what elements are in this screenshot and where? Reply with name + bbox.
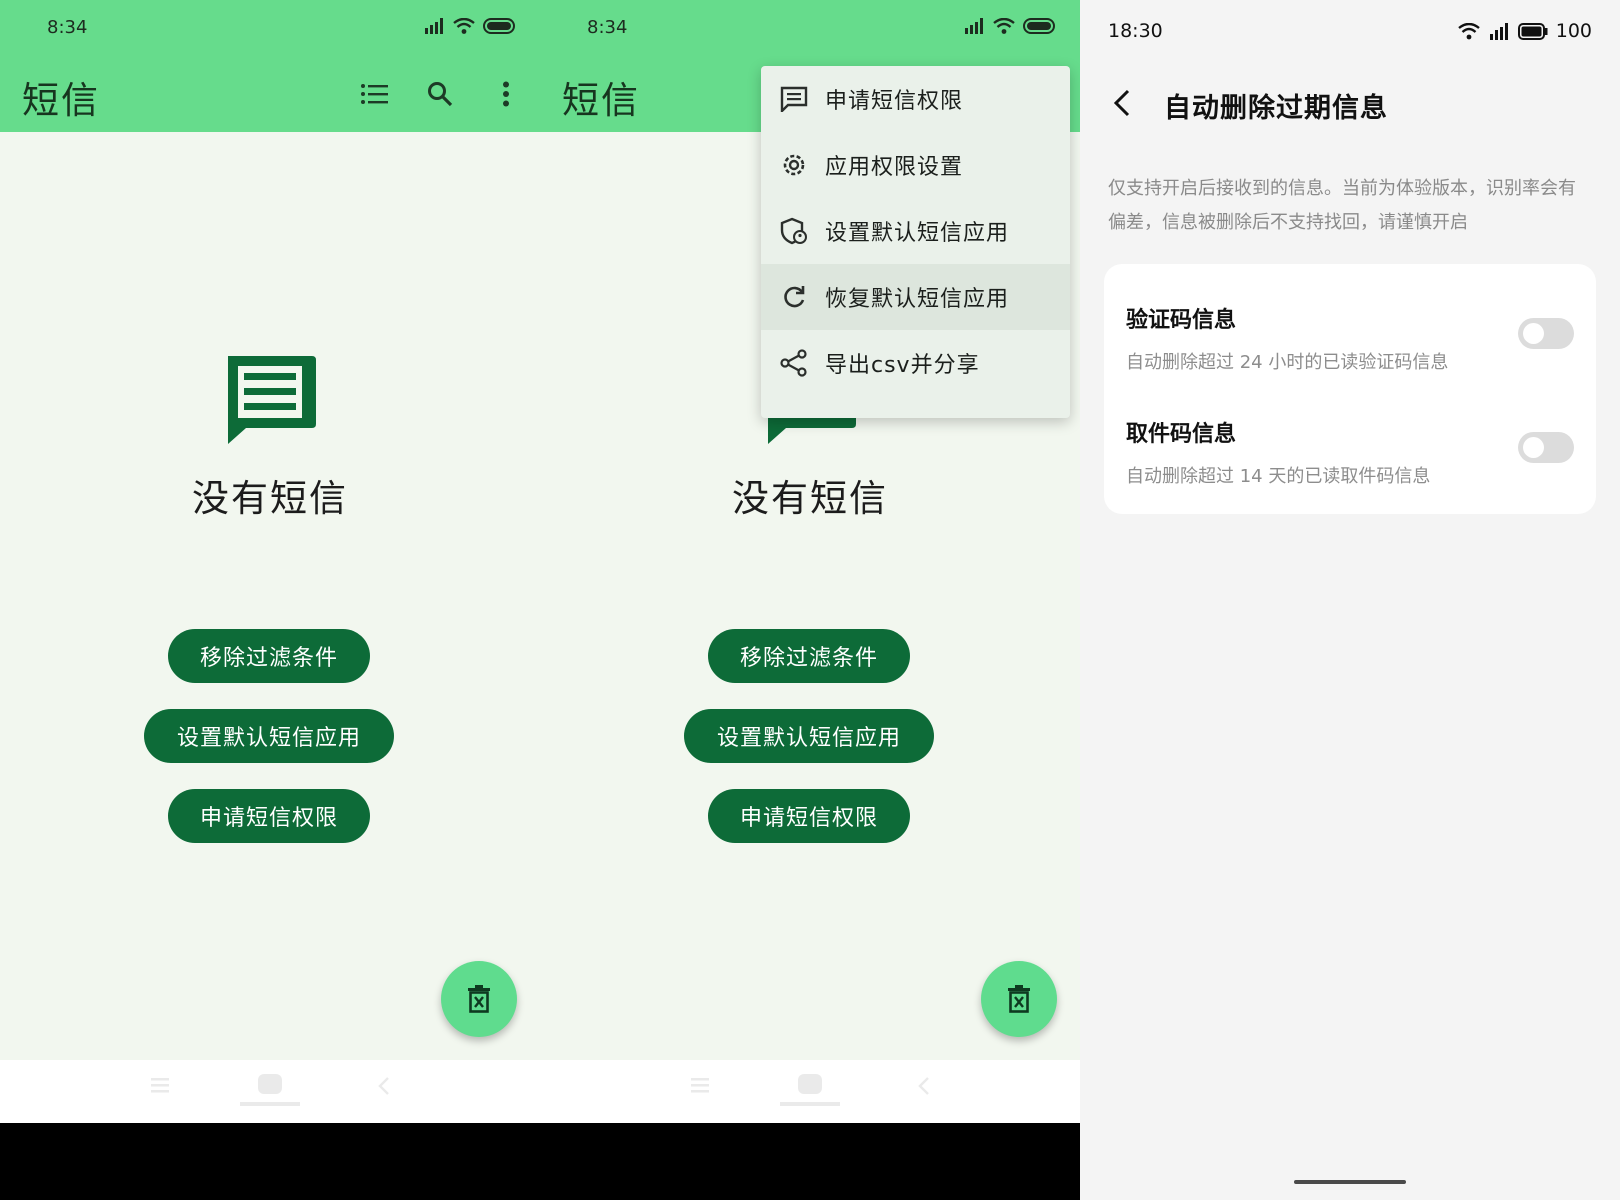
phone-screen-menu-open: 8:34 短信 没有短信 移除过滤条件 设置默认短信应用 申请短信权限 申请短信… <box>540 0 1080 1200</box>
message-icon <box>779 84 809 114</box>
delete-fab[interactable] <box>981 961 1057 1037</box>
set-default-sms-button[interactable]: 设置默认短信应用 <box>684 709 934 763</box>
setting-row-pickup-code[interactable]: 取件码信息 自动删除超过 14 天的已读取件码信息 <box>1126 416 1576 488</box>
request-sms-permission-button[interactable]: 申请短信权限 <box>708 789 910 843</box>
wifi-icon <box>453 18 475 34</box>
list-icon[interactable] <box>356 76 392 112</box>
status-icons: 100 <box>1457 20 1592 42</box>
menu-item-app-permission-settings[interactable]: 应用权限设置 <box>761 132 1070 198</box>
battery-icon <box>1517 22 1548 40</box>
toggle-knob <box>1523 323 1544 344</box>
status-icons <box>963 18 1057 34</box>
empty-state-text: 没有短信 <box>192 477 348 520</box>
phone-screen-main: 8:34 短信 没有短信 移除过滤条件 设置默认短信应用 申请短信权限 <box>0 0 540 1200</box>
menu-item-label: 导出csv并分享 <box>825 353 980 378</box>
setting-title: 取件码信息 <box>1126 422 1237 447</box>
home-indicator[interactable] <box>1294 1180 1406 1184</box>
overflow-menu: 申请短信权限 应用权限设置 设置默认短信应用 恢复默认短信应用 导出csv并分享 <box>761 66 1070 418</box>
signal-icon <box>965 18 983 34</box>
status-time: 8:34 <box>587 17 628 38</box>
page-description: 仅支持开启后接收到的信息。当前为体验版本，识别率会有偏差，信息被删除后不支持找回… <box>1108 178 1576 233</box>
setting-row-verification-code[interactable]: 验证码信息 自动删除超过 24 小时的已读验证码信息 <box>1126 302 1576 374</box>
app-bar: 8:34 短信 <box>0 0 540 132</box>
gear-icon <box>779 150 809 180</box>
screen-background <box>0 0 540 1123</box>
menu-item-restore-default-sms[interactable]: 恢复默认短信应用 <box>761 264 1070 330</box>
setting-subtitle: 自动删除超过 24 小时的已读验证码信息 <box>1126 352 1449 373</box>
back-nav-icon[interactable] <box>378 1077 390 1095</box>
back-arrow-icon[interactable] <box>1108 86 1140 120</box>
toggle-knob <box>1523 437 1544 458</box>
setting-subtitle: 自动删除超过 14 天的已读取件码信息 <box>1126 466 1431 487</box>
battery-icon <box>483 18 515 34</box>
remove-filter-button[interactable]: 移除过滤条件 <box>168 629 370 683</box>
message-empty-icon <box>228 356 316 444</box>
pickup-code-toggle[interactable] <box>1518 432 1574 463</box>
empty-state-text: 没有短信 <box>732 477 888 520</box>
app-title: 短信 <box>562 79 640 122</box>
settings-card: 验证码信息 自动删除超过 24 小时的已读验证码信息 取件码信息 自动删除超过 … <box>1104 264 1596 514</box>
delete-icon <box>1008 985 1030 1013</box>
menu-item-label: 设置默认短信应用 <box>825 221 1010 246</box>
request-sms-permission-button[interactable]: 申请短信权限 <box>168 789 370 843</box>
battery-icon <box>1023 18 1055 34</box>
wifi-icon <box>993 18 1015 34</box>
shield-icon <box>779 216 809 246</box>
menu-item-request-sms-permission[interactable]: 申请短信权限 <box>761 66 1070 132</box>
refresh-icon <box>779 282 809 312</box>
menu-item-label: 申请短信权限 <box>825 89 964 114</box>
home-nav-icon[interactable] <box>780 1072 840 1112</box>
home-nav-icon[interactable] <box>240 1072 300 1112</box>
back-nav-icon[interactable] <box>918 1077 930 1095</box>
verification-code-toggle[interactable] <box>1518 318 1574 349</box>
signal-icon <box>425 18 443 34</box>
more-vert-icon[interactable] <box>488 76 524 112</box>
set-default-sms-button[interactable]: 设置默认短信应用 <box>144 709 394 763</box>
setting-title: 验证码信息 <box>1126 308 1237 333</box>
wifi-icon <box>1457 22 1480 39</box>
menu-nav-icon[interactable] <box>691 1077 709 1093</box>
menu-item-label: 应用权限设置 <box>825 155 964 180</box>
app-title: 短信 <box>22 79 100 122</box>
status-icons <box>423 18 517 34</box>
search-icon[interactable] <box>422 76 458 112</box>
status-time: 8:34 <box>47 17 88 38</box>
battery-level: 100 <box>1555 20 1592 42</box>
page-title: 自动删除过期信息 <box>1164 93 1388 124</box>
delete-fab[interactable] <box>441 961 517 1037</box>
phone-screen-settings: 18:30 100 自动删除过期信息 仅支持开启后接收到的信息。当前为体验版本，… <box>1080 0 1620 1200</box>
menu-item-set-default-sms[interactable]: 设置默认短信应用 <box>761 198 1070 264</box>
share-icon <box>779 348 809 378</box>
menu-item-label: 恢复默认短信应用 <box>825 287 1010 312</box>
signal-icon <box>1489 22 1508 40</box>
status-time: 18:30 <box>1108 20 1163 42</box>
delete-icon <box>468 985 490 1013</box>
menu-nav-icon[interactable] <box>151 1077 169 1093</box>
menu-item-export-csv-share[interactable]: 导出csv并分享 <box>761 330 1070 396</box>
remove-filter-button[interactable]: 移除过滤条件 <box>708 629 910 683</box>
